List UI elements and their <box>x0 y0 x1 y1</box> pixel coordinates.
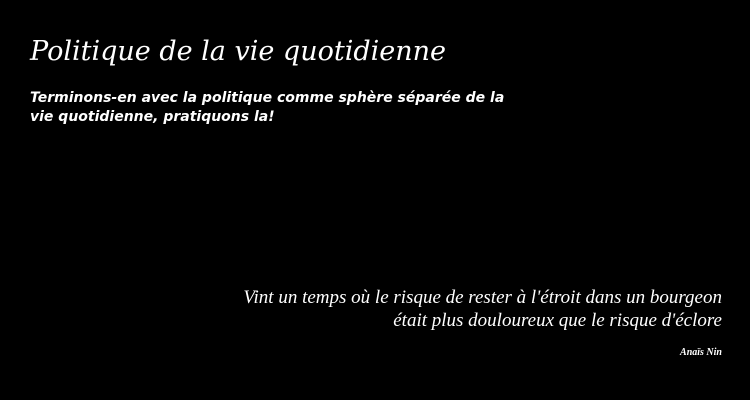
site-tagline: Terminons-en avec la politique comme sph… <box>30 90 505 125</box>
page-background: Politique de la vie quotidienne Terminon… <box>0 0 750 400</box>
quote-line-1: Vint un temps où le risque de rester à l… <box>243 287 722 308</box>
quote-line-2: était plus douloureux que le risque d'éc… <box>393 310 722 331</box>
quote-author: Anaïs Nin <box>680 347 722 358</box>
site-title: Politique de la vie quotidienne <box>30 36 446 67</box>
quote-block: Vint un temps où le risque de rester à l… <box>122 286 722 360</box>
